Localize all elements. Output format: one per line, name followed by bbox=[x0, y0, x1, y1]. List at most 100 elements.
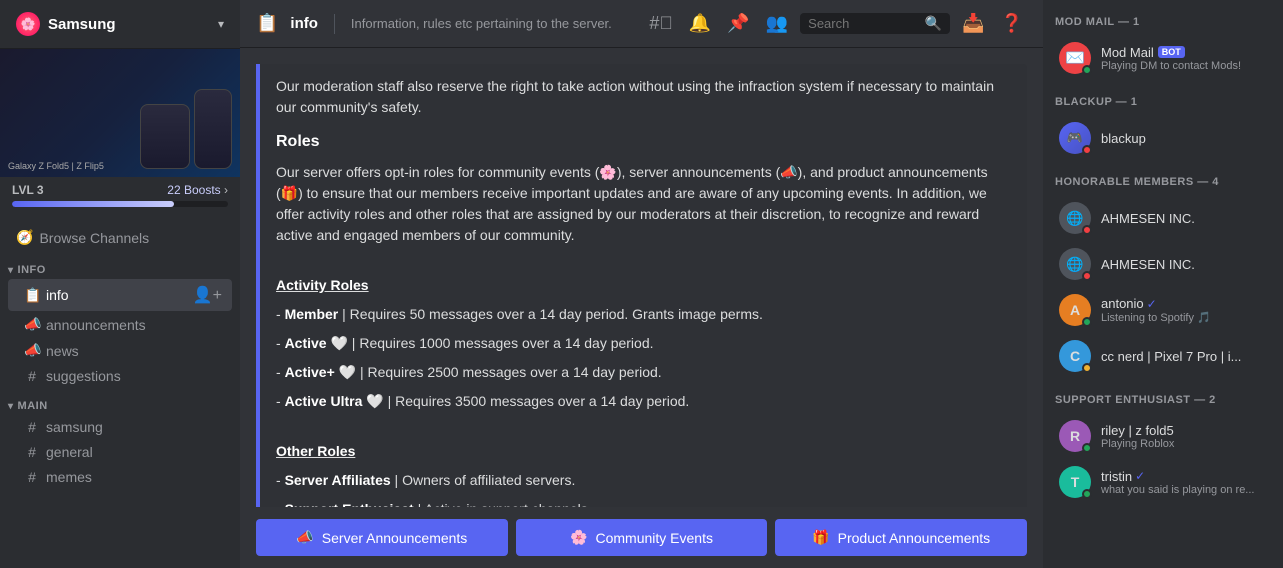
ahmesen1-avatar: 🌐 bbox=[1059, 202, 1091, 234]
threads-icon[interactable]: #⃣ bbox=[645, 9, 677, 38]
mod-mail-status-dot bbox=[1082, 65, 1092, 75]
bottom-buttons: 📣 Server Announcements 🌸 Community Event… bbox=[240, 507, 1043, 568]
riley-status: Playing Roblox bbox=[1101, 438, 1267, 450]
riley-info: riley | z fold5 Playing Roblox bbox=[1101, 422, 1267, 450]
cc-nerd-info: cc nerd | Pixel 7 Pro | i... bbox=[1101, 348, 1267, 364]
channel-announcements[interactable]: 📣 announcements bbox=[8, 312, 232, 337]
channel-suggestions-name: suggestions bbox=[46, 368, 121, 384]
server-announcements-button[interactable]: 📣 Server Announcements bbox=[256, 519, 508, 556]
member-cc-nerd[interactable]: C cc nerd | Pixel 7 Pro | i... bbox=[1055, 334, 1271, 378]
level-badge: LVL 3 bbox=[12, 183, 44, 197]
channel-description: Information, rules etc pertaining to the… bbox=[351, 16, 633, 31]
ahmesen2-name: AHMESEN INC. bbox=[1101, 257, 1195, 272]
antonio-name: antonio bbox=[1101, 296, 1144, 311]
compass-icon: 🧭 bbox=[16, 229, 33, 246]
member-mod-mail[interactable]: ✉️ Mod Mail BOT Playing DM to contact Mo… bbox=[1055, 36, 1271, 80]
announcements-emoji: 📣 bbox=[296, 529, 313, 546]
channel-announcements-name: announcements bbox=[46, 317, 146, 333]
section-main[interactable]: ▾ MAIN bbox=[0, 396, 240, 414]
product-announcements-button[interactable]: 🎁 Product Announcements bbox=[775, 519, 1027, 556]
section-mod-mail: MOD MAIL — 1 ✉️ Mod Mail BOT Playing DM … bbox=[1055, 16, 1271, 80]
channel-info-name: info bbox=[46, 287, 69, 303]
hash-icon-2: # bbox=[24, 419, 40, 435]
tristin-info: tristin ✓ what you said is playing on re… bbox=[1101, 469, 1267, 496]
section-blackup: BLACKUP — 1 🎮 blackup bbox=[1055, 96, 1271, 160]
blackup-info: blackup bbox=[1101, 130, 1267, 146]
server-header[interactable]: 🌸 Samsung ▾ bbox=[0, 0, 240, 49]
section-honorable: HONORABLE MEMBERS — 4 🌐 AHMESEN INC. 🌐 A… bbox=[1055, 176, 1271, 378]
channel-news-name: news bbox=[46, 343, 79, 359]
ahmesen2-info: AHMESEN INC. bbox=[1101, 256, 1267, 272]
mod-mail-name: Mod Mail bbox=[1101, 45, 1154, 60]
section-main-label: MAIN bbox=[18, 400, 48, 412]
channel-general-name: general bbox=[46, 444, 93, 460]
message-text: Our moderation staff also reserve the ri… bbox=[276, 64, 1011, 507]
inbox-icon[interactable]: 📥 bbox=[958, 9, 988, 38]
events-label: Community Events bbox=[595, 530, 712, 546]
events-emoji: 🌸 bbox=[570, 529, 587, 546]
help-icon[interactable]: ❓ bbox=[997, 9, 1027, 38]
pins-icon[interactable]: 📌 bbox=[723, 9, 753, 38]
channel-news[interactable]: 📣 news bbox=[8, 338, 232, 363]
channel-samsung[interactable]: # samsung bbox=[8, 415, 232, 439]
hash-icon-3: # bbox=[24, 444, 40, 460]
channel-header: 📋 info Information, rules etc pertaining… bbox=[240, 0, 1043, 48]
channel-suggestions[interactable]: # suggestions bbox=[8, 364, 232, 388]
riley-dot bbox=[1082, 443, 1092, 453]
antonio-dot bbox=[1082, 317, 1092, 327]
search-input[interactable] bbox=[808, 16, 919, 31]
search-bar[interactable]: 🔍 bbox=[800, 13, 950, 34]
antonio-name-row: antonio ✓ bbox=[1101, 296, 1267, 311]
ahmesen2-dot bbox=[1082, 271, 1092, 281]
channel-name-header: info bbox=[290, 15, 318, 32]
blackup-name: blackup bbox=[1101, 131, 1146, 146]
megaphone-icon-2: 📣 bbox=[24, 342, 40, 359]
boost-fill bbox=[12, 201, 174, 207]
blackup-title: BLACKUP — 1 bbox=[1055, 96, 1271, 108]
product-emoji: 🎁 bbox=[812, 529, 829, 546]
sidebar-nav: 🧭 Browse Channels ▾ INFO 📋 info 👤+ 📣 ann… bbox=[0, 215, 240, 568]
member-tristin[interactable]: T tristin ✓ what you said is playing on … bbox=[1055, 460, 1271, 504]
announcements-label: Server Announcements bbox=[322, 530, 468, 546]
cc-nerd-avatar: C bbox=[1059, 340, 1091, 372]
section-support: SUPPORT ENTHUSIAST — 2 R riley | z fold5… bbox=[1055, 394, 1271, 504]
tristin-dot bbox=[1082, 489, 1092, 499]
browse-channels-button[interactable]: 🧭 Browse Channels bbox=[0, 223, 240, 252]
member-blackup[interactable]: 🎮 blackup bbox=[1055, 116, 1271, 160]
channel-samsung-name: samsung bbox=[46, 419, 103, 435]
riley-avatar: R bbox=[1059, 420, 1091, 452]
bot-badge: BOT bbox=[1158, 46, 1185, 58]
member-ahmesen-2[interactable]: 🌐 AHMESEN INC. bbox=[1055, 242, 1271, 286]
channel-general[interactable]: # general bbox=[8, 440, 232, 464]
chevron-icon: ▾ bbox=[8, 265, 14, 276]
member-riley[interactable]: R riley | z fold5 Playing Roblox bbox=[1055, 414, 1271, 458]
boost-progress-bar bbox=[12, 201, 228, 207]
section-info[interactable]: ▾ INFO bbox=[0, 260, 240, 278]
add-member-icon[interactable]: 👤+ bbox=[191, 283, 224, 307]
boost-count[interactable]: 22 Boosts › bbox=[167, 183, 228, 197]
channel-info[interactable]: 📋 info 👤+ bbox=[8, 279, 232, 311]
mod-mail-title: MOD MAIL — 1 bbox=[1055, 16, 1271, 28]
member-ahmesen-1[interactable]: 🌐 AHMESEN INC. bbox=[1055, 196, 1271, 240]
server-banner: Galaxy Z Fold5 | Z Flip5 bbox=[0, 49, 240, 177]
boost-info: LVL 3 22 Boosts › bbox=[12, 183, 228, 197]
messages-area[interactable]: Our moderation staff also reserve the ri… bbox=[240, 48, 1043, 507]
blackup-status-dot bbox=[1082, 145, 1092, 155]
left-sidebar: 🌸 Samsung ▾ Galaxy Z Fold5 | Z Flip5 LVL… bbox=[0, 0, 240, 568]
blackup-avatar: 🎮 bbox=[1059, 122, 1091, 154]
channel-type-icon: 📋 bbox=[256, 13, 278, 34]
member-antonio[interactable]: A antonio ✓ Listening to Spotify 🎵 bbox=[1055, 288, 1271, 332]
tristin-verified-icon: ✓ bbox=[1135, 469, 1145, 483]
product-label: Product Announcements bbox=[838, 530, 991, 546]
verified-icon: ✓ bbox=[1147, 297, 1157, 311]
server-icon: 🌸 bbox=[16, 12, 40, 36]
members-icon[interactable]: 👥 bbox=[762, 9, 792, 38]
main-content: 📋 info Information, rules etc pertaining… bbox=[240, 0, 1043, 568]
notifications-icon[interactable]: 🔔 bbox=[685, 9, 715, 38]
community-events-button[interactable]: 🌸 Community Events bbox=[516, 519, 768, 556]
channel-memes[interactable]: # memes bbox=[8, 465, 232, 489]
chevron-down-icon: ▾ bbox=[218, 17, 224, 31]
message-block: Our moderation staff also reserve the ri… bbox=[256, 64, 1027, 507]
chevron-icon-2: ▾ bbox=[8, 401, 14, 412]
browse-channels-label: Browse Channels bbox=[39, 230, 149, 246]
